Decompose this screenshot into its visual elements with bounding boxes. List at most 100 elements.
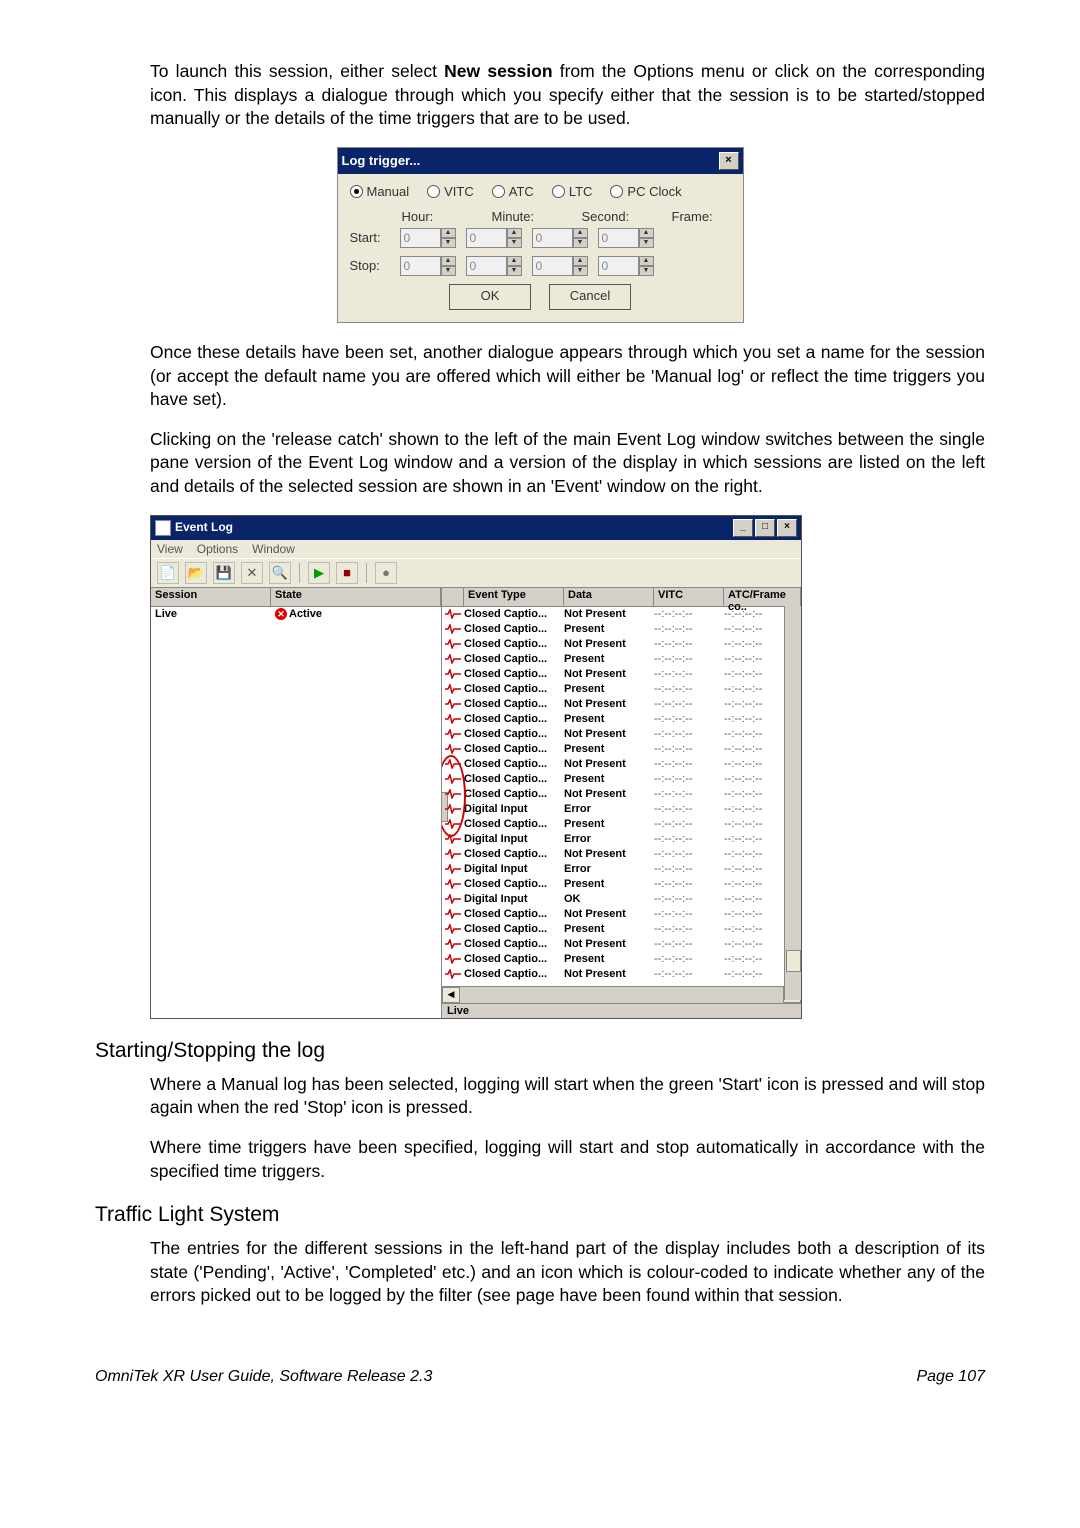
col-vitc[interactable]: VITC xyxy=(654,588,724,606)
event-type: Closed Captio... xyxy=(464,638,564,650)
event-row[interactable]: Closed Captio...Present--:--:--:----:--:… xyxy=(442,922,801,937)
event-row[interactable]: Digital InputError--:--:--:----:--:--:-- xyxy=(442,832,801,847)
col-event-type[interactable]: Event Type xyxy=(464,588,564,606)
event-row[interactable]: Closed Captio...Present--:--:--:----:--:… xyxy=(442,682,801,697)
start-minute-spinner[interactable]: 0▲▼ xyxy=(466,228,522,248)
stop-hour-spinner[interactable]: 0▲▼ xyxy=(400,256,456,276)
dialog-title: Log trigger... xyxy=(342,153,421,168)
start-second-spinner[interactable]: 0▲▼ xyxy=(532,228,588,248)
event-row[interactable]: Closed Captio...Not Present--:--:--:----… xyxy=(442,697,801,712)
dialog-titlebar[interactable]: Log trigger... × xyxy=(338,148,743,174)
menu-window[interactable]: Window xyxy=(252,542,295,556)
event-row[interactable]: Closed Captio...Present--:--:--:----:--:… xyxy=(442,652,801,667)
event-row[interactable]: Closed Captio...Not Present--:--:--:----… xyxy=(442,637,801,652)
new-icon[interactable]: 📄 xyxy=(157,562,179,584)
event-data: Not Present xyxy=(564,908,654,920)
event-row[interactable]: Closed Captio...Not Present--:--:--:----… xyxy=(442,757,801,772)
event-row[interactable]: Closed Captio...Not Present--:--:--:----… xyxy=(442,967,801,982)
search-icon[interactable]: 🔍 xyxy=(269,562,291,584)
radio-dot-icon xyxy=(610,185,623,198)
event-row[interactable]: Closed Captio...Present--:--:--:----:--:… xyxy=(442,742,801,757)
pulse-icon xyxy=(442,639,464,649)
open-icon[interactable]: 📂 xyxy=(185,562,207,584)
start-hour-spinner[interactable]: 0▲▼ xyxy=(400,228,456,248)
radio-ltc[interactable]: LTC xyxy=(552,184,593,199)
col-session[interactable]: Session xyxy=(151,588,271,606)
event-row[interactable]: Closed Captio...Not Present--:--:--:----… xyxy=(442,787,801,802)
stop-minute-spinner[interactable]: 0▲▼ xyxy=(466,256,522,276)
radio-pcclock[interactable]: PC Clock xyxy=(610,184,681,199)
event-row[interactable]: Closed Captio...Present--:--:--:----:--:… xyxy=(442,622,801,637)
col-atc[interactable]: ATC/Frame co.. xyxy=(724,588,801,606)
event-type: Closed Captio... xyxy=(464,968,564,980)
divider xyxy=(366,563,367,583)
event-rows: Closed Captio...Not Present--:--:--:----… xyxy=(442,607,801,986)
scroll-thumb[interactable] xyxy=(786,950,801,972)
event-data: Present xyxy=(564,923,654,935)
event-row[interactable]: Closed Captio...Not Present--:--:--:----… xyxy=(442,727,801,742)
menu-view[interactable]: View xyxy=(157,542,183,556)
event-vitc: --:--:--:-- xyxy=(654,698,724,710)
event-row[interactable]: Digital InputOK--:--:--:----:--:--:-- xyxy=(442,892,801,907)
event-row[interactable]: Closed Captio...Present--:--:--:----:--:… xyxy=(442,877,801,892)
event-row[interactable]: Closed Captio...Not Present--:--:--:----… xyxy=(442,937,801,952)
event-type: Closed Captio... xyxy=(464,668,564,680)
minimize-icon[interactable]: _ xyxy=(733,519,753,537)
save-icon[interactable]: 💾 xyxy=(213,562,235,584)
win-titlebar[interactable]: Event Log _ □ × xyxy=(151,516,801,540)
pulse-icon xyxy=(442,819,464,829)
pulse-icon xyxy=(442,684,464,694)
radio-atc[interactable]: ATC xyxy=(492,184,534,199)
pulse-icon xyxy=(442,879,464,889)
cancel-button[interactable]: Cancel xyxy=(549,284,631,310)
spin-down-icon[interactable]: ▼ xyxy=(441,238,456,248)
footer-right: Page 107 xyxy=(916,1368,985,1386)
app-icon xyxy=(155,520,171,536)
event-row[interactable]: Closed Captio...Not Present--:--:--:----… xyxy=(442,667,801,682)
start-frame-spinner[interactable]: 0▲▼ xyxy=(598,228,654,248)
stop-frame-spinner[interactable]: 0▲▼ xyxy=(598,256,654,276)
menu-options[interactable]: Options xyxy=(197,542,238,556)
maximize-icon[interactable]: □ xyxy=(755,519,775,537)
close-icon[interactable]: × xyxy=(777,519,797,537)
ok-button[interactable]: OK xyxy=(449,284,531,310)
radio-vitc[interactable]: VITC xyxy=(427,184,474,199)
event-data: Present xyxy=(564,953,654,965)
event-row[interactable]: Closed Captio...Not Present--:--:--:----… xyxy=(442,847,801,862)
divider xyxy=(299,563,300,583)
start-icon[interactable]: ▶ xyxy=(308,562,330,584)
vertical-scrollbar[interactable] xyxy=(784,606,801,1000)
event-row[interactable]: Closed Captio...Present--:--:--:----:--:… xyxy=(442,712,801,727)
col-state[interactable]: State xyxy=(271,588,441,606)
stop-label: Stop: xyxy=(350,258,390,273)
col-data[interactable]: Data xyxy=(564,588,654,606)
pulse-icon xyxy=(442,744,464,754)
event-row[interactable]: Digital InputError--:--:--:----:--:--:-- xyxy=(442,802,801,817)
event-data: Not Present xyxy=(564,638,654,650)
pulse-icon xyxy=(442,669,464,679)
event-row[interactable]: Digital InputError--:--:--:----:--:--:-- xyxy=(442,862,801,877)
record-icon[interactable]: ● xyxy=(375,562,397,584)
pulse-icon xyxy=(442,789,464,799)
event-type: Closed Captio... xyxy=(464,818,564,830)
delete-icon[interactable]: ✕ xyxy=(241,562,263,584)
event-vitc: --:--:--:-- xyxy=(654,608,724,620)
event-row[interactable]: Closed Captio...Not Present--:--:--:----… xyxy=(442,607,801,622)
radio-manual[interactable]: Manual xyxy=(350,184,410,199)
scroll-left-icon[interactable]: ◀ xyxy=(442,987,460,1003)
spin-up-icon[interactable]: ▲ xyxy=(441,228,456,238)
event-row[interactable]: Closed Captio...Present--:--:--:----:--:… xyxy=(442,952,801,967)
event-row[interactable]: Closed Captio...Present--:--:--:----:--:… xyxy=(442,772,801,787)
event-vitc: --:--:--:-- xyxy=(654,938,724,950)
event-vitc: --:--:--:-- xyxy=(654,683,724,695)
event-data: Not Present xyxy=(564,608,654,620)
event-row[interactable]: Closed Captio...Not Present--:--:--:----… xyxy=(442,907,801,922)
stop-second-spinner[interactable]: 0▲▼ xyxy=(532,256,588,276)
close-icon[interactable]: × xyxy=(719,152,739,170)
horizontal-scrollbar[interactable]: ◀ ▶ xyxy=(442,986,801,1003)
event-row[interactable]: Closed Captio...Present--:--:--:----:--:… xyxy=(442,817,801,832)
stop-icon[interactable]: ■ xyxy=(336,562,358,584)
session-row[interactable]: Live ✕Active xyxy=(151,607,441,621)
radio-dot-icon xyxy=(350,185,363,198)
event-data: Present xyxy=(564,623,654,635)
